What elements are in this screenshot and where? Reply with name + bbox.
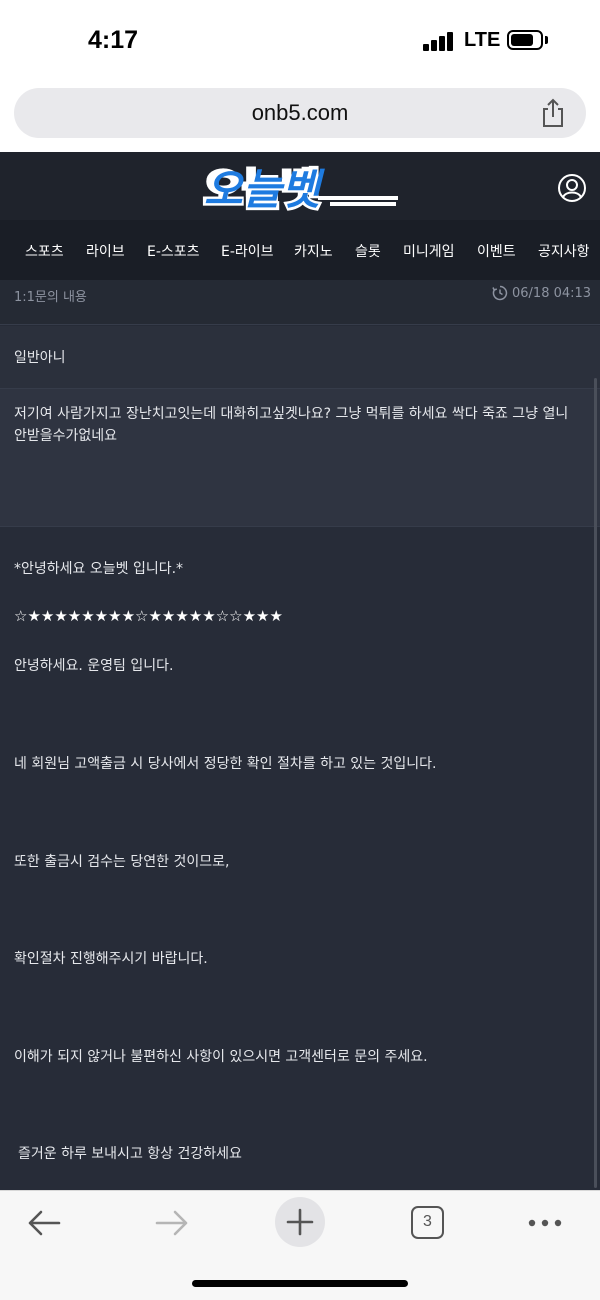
address-bar[interactable]: onb5.com: [14, 88, 586, 138]
nav-item-casino[interactable]: 카지노: [294, 241, 333, 261]
reply-line: 이해가 되지 않거나 불편하신 사항이 있으시면 고객센터로 문의 주세요.: [14, 1049, 428, 1065]
inquiry-label: 1:1문의 내용: [14, 290, 87, 305]
nav-item-slot[interactable]: 슬롯: [355, 241, 381, 261]
clock-icon: [492, 285, 508, 301]
nav-item-elive[interactable]: E-라이브: [221, 241, 274, 261]
url-text[interactable]: onb5.com: [14, 100, 586, 126]
nav-item-sports[interactable]: 스포츠: [25, 241, 64, 261]
site-logo[interactable]: 오늘벳 오늘벳: [200, 160, 400, 214]
inquiry-reply: *안녕하세요 오늘벳 입니다.* ☆★★★★★★★★☆★★★★★☆☆★★★ 안녕…: [0, 527, 600, 1190]
status-time: 4:17: [88, 26, 139, 54]
nav-item-live[interactable]: 라이브: [86, 241, 125, 261]
signal-icon: [423, 31, 455, 51]
battery-icon: [507, 30, 543, 50]
reply-line: 즐거운 하루 보내시고 항상 건강하세요: [18, 1146, 242, 1162]
user-circle-icon[interactable]: [557, 173, 587, 203]
inquiry-subject: 일반아니: [0, 326, 600, 388]
reply-line: 확인절차 진행해주시기 바랍니다.: [14, 951, 208, 967]
plus-icon[interactable]: [275, 1197, 325, 1247]
reply-line: 안녕하세요. 운영팀 입니다.: [14, 658, 174, 674]
share-icon[interactable]: [539, 98, 567, 128]
arrow-right-icon[interactable]: [155, 1208, 189, 1238]
network-label: LTE: [464, 29, 501, 51]
tab-count-button[interactable]: 3: [411, 1206, 444, 1239]
body-text: 저기여 사람가지고 장난치고잇는데 대화히고싶겟나요? 그냥 먹튀를 하세요 싹…: [14, 406, 569, 444]
site-header: 오늘벳 오늘벳: [0, 152, 600, 220]
inquiry-header: 1:1문의 내용 06/18 04:13: [0, 280, 600, 325]
reply-line: 네 회원님 고액출금 시 당사에서 정당한 확인 절차를 하고 있는 것입니다.: [14, 756, 437, 772]
reply-greeting: *안녕하세요 오늘벳 입니다.*: [14, 561, 184, 577]
inquiry-body: 저기여 사람가지고 장난치고잇는데 대화히고싶겟나요? 그냥 먹튀를 하세요 싹…: [0, 389, 600, 526]
nav-item-event[interactable]: 이벤트: [477, 241, 516, 261]
inquiry-detail: 1:1문의 내용 06/18 04:13 일반아니 저기여 사람가지고 장난치고…: [0, 280, 600, 1190]
nav-item-esports[interactable]: E-스포츠: [147, 241, 200, 261]
svg-text:오늘벳: 오늘벳: [204, 165, 325, 214]
ellipsis-icon[interactable]: [528, 1218, 562, 1228]
reply-line: 또한 출금시 검수는 당연한 것이므로,: [14, 854, 230, 870]
subject-text: 일반아니: [14, 350, 66, 366]
nav-item-notice[interactable]: 공지사항: [538, 241, 590, 261]
home-indicator[interactable]: [192, 1280, 408, 1287]
nav-item-minigame[interactable]: 미니게임: [403, 241, 455, 261]
inquiry-timestamp: 06/18 04:13: [512, 286, 592, 301]
battery-cap: [545, 36, 548, 44]
status-bar: 4:17 LTE: [0, 0, 600, 80]
reply-stars: ☆★★★★★★★★☆★★★★★☆☆★★★: [14, 607, 283, 625]
scrollbar[interactable]: [594, 378, 597, 1188]
arrow-left-icon[interactable]: [27, 1208, 61, 1238]
main-nav: 스포츠 라이브 E-스포츠 E-라이브 카지노 슬롯 미니게임 이벤트 공지사항: [0, 220, 600, 280]
